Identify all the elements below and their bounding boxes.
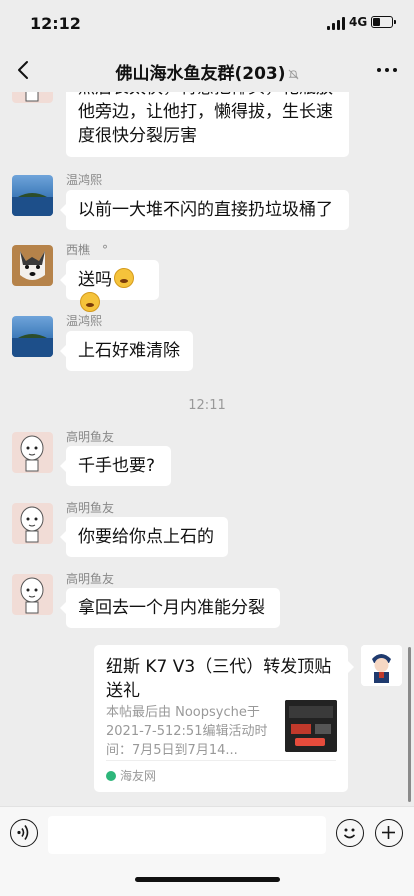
status-time: 12:12 xyxy=(30,14,81,33)
message-bubble[interactable]: 以前一大堆不闪的直接扔垃圾桶了 xyxy=(60,190,349,230)
message-bubble[interactable]: 上石好难清除 xyxy=(60,331,193,371)
sender-name: 高明鱼友 xyxy=(66,572,115,586)
chat-title-text: 佛山海水鱼友群(203) xyxy=(115,64,286,84)
voice-input-icon[interactable] xyxy=(10,819,38,847)
scroll-indicator[interactable] xyxy=(408,647,411,802)
network-type: 4G xyxy=(349,15,368,29)
shared-link-card[interactable]: 纽斯 K7 V3（三代）转发顶贴送礼 本帖最后由 Noopsyche于2021-… xyxy=(94,645,354,792)
time-divider: 12:11 xyxy=(188,398,226,413)
avatar[interactable] xyxy=(12,574,53,615)
nav-bar: 佛山海水鱼友群(203) xyxy=(0,48,414,92)
chat-title: 佛山海水鱼友群(203) xyxy=(60,59,354,84)
input-bar xyxy=(0,806,414,896)
avatar[interactable] xyxy=(12,432,53,473)
sender-name: 高明鱼友 xyxy=(66,501,115,515)
message-text: 你要给你点上石的 xyxy=(78,527,214,547)
avatar[interactable] xyxy=(12,92,53,103)
source-app-icon xyxy=(106,771,116,781)
sender-name: 西樵 ° xyxy=(66,243,109,257)
message-text: 上石好难清除 xyxy=(78,341,180,361)
avatar[interactable] xyxy=(12,316,53,357)
avatar[interactable] xyxy=(12,175,53,216)
self-avatar[interactable] xyxy=(361,645,402,686)
emoji-icon xyxy=(114,268,134,288)
message-text: 以前一大堆不闪的直接扔垃圾桶了 xyxy=(78,200,333,220)
card-title: 纽斯 K7 V3（三代）转发顶贴送礼 xyxy=(106,657,332,701)
more-functions-plus-icon[interactable] xyxy=(375,819,403,847)
message-input[interactable] xyxy=(48,816,326,854)
message-bubble[interactable]: 拿回去一个月内准能分裂 xyxy=(60,588,280,628)
message-text-line: 他旁边，让他打，懒得拔，生长速 xyxy=(78,102,333,122)
message-bubble[interactable]: 你要给你点上石的 xyxy=(60,517,228,557)
card-description: 本帖最后由 Noopsyche于2021-7-512:51编辑活动时间：7月5日… xyxy=(106,705,268,758)
emoji-icon xyxy=(80,292,100,312)
back-arrow-icon[interactable] xyxy=(12,58,36,82)
card-source-name: 海友网 xyxy=(120,769,157,783)
message-bubble[interactable]: 送吗 xyxy=(60,260,159,312)
sender-name: 高明鱼友 xyxy=(66,430,115,444)
message-text: 拿回去一个月内准能分裂 xyxy=(78,598,265,618)
message-text-line: 然后长太快，特意把椰头，花瓶放 xyxy=(78,92,337,100)
mute-bell-icon xyxy=(288,69,298,79)
message-text: 千手也要? xyxy=(78,456,156,476)
message-text: 送吗 xyxy=(78,270,112,290)
battery-icon xyxy=(371,16,396,28)
message-bubble[interactable]: 然后长太快，特意把椰头，花瓶放 他旁边，让他打，懒得拔，生长速 度很快分裂厉害 xyxy=(66,92,349,157)
avatar[interactable] xyxy=(12,245,53,286)
sender-name: 温鸿熙 xyxy=(66,314,103,328)
message-bubble[interactable]: 千手也要? xyxy=(60,446,171,486)
card-thumbnail xyxy=(285,700,337,752)
message-text-line: 度很快分裂厉害 xyxy=(78,126,197,146)
signal-icon xyxy=(327,17,345,30)
card-source: 海友网 xyxy=(106,760,336,784)
status-bar: 12:12 4G xyxy=(0,0,414,48)
avatar[interactable] xyxy=(12,503,53,544)
chat-message-list[interactable]: 然后长太快，特意把椰头，花瓶放 他旁边，让他打，懒得拔，生长速 度很快分裂厉害 … xyxy=(0,92,414,805)
more-options-icon[interactable] xyxy=(375,68,399,74)
emoji-picker-icon[interactable] xyxy=(336,819,364,847)
sender-name: 温鸿熙 xyxy=(66,173,103,187)
home-indicator[interactable] xyxy=(135,877,280,882)
